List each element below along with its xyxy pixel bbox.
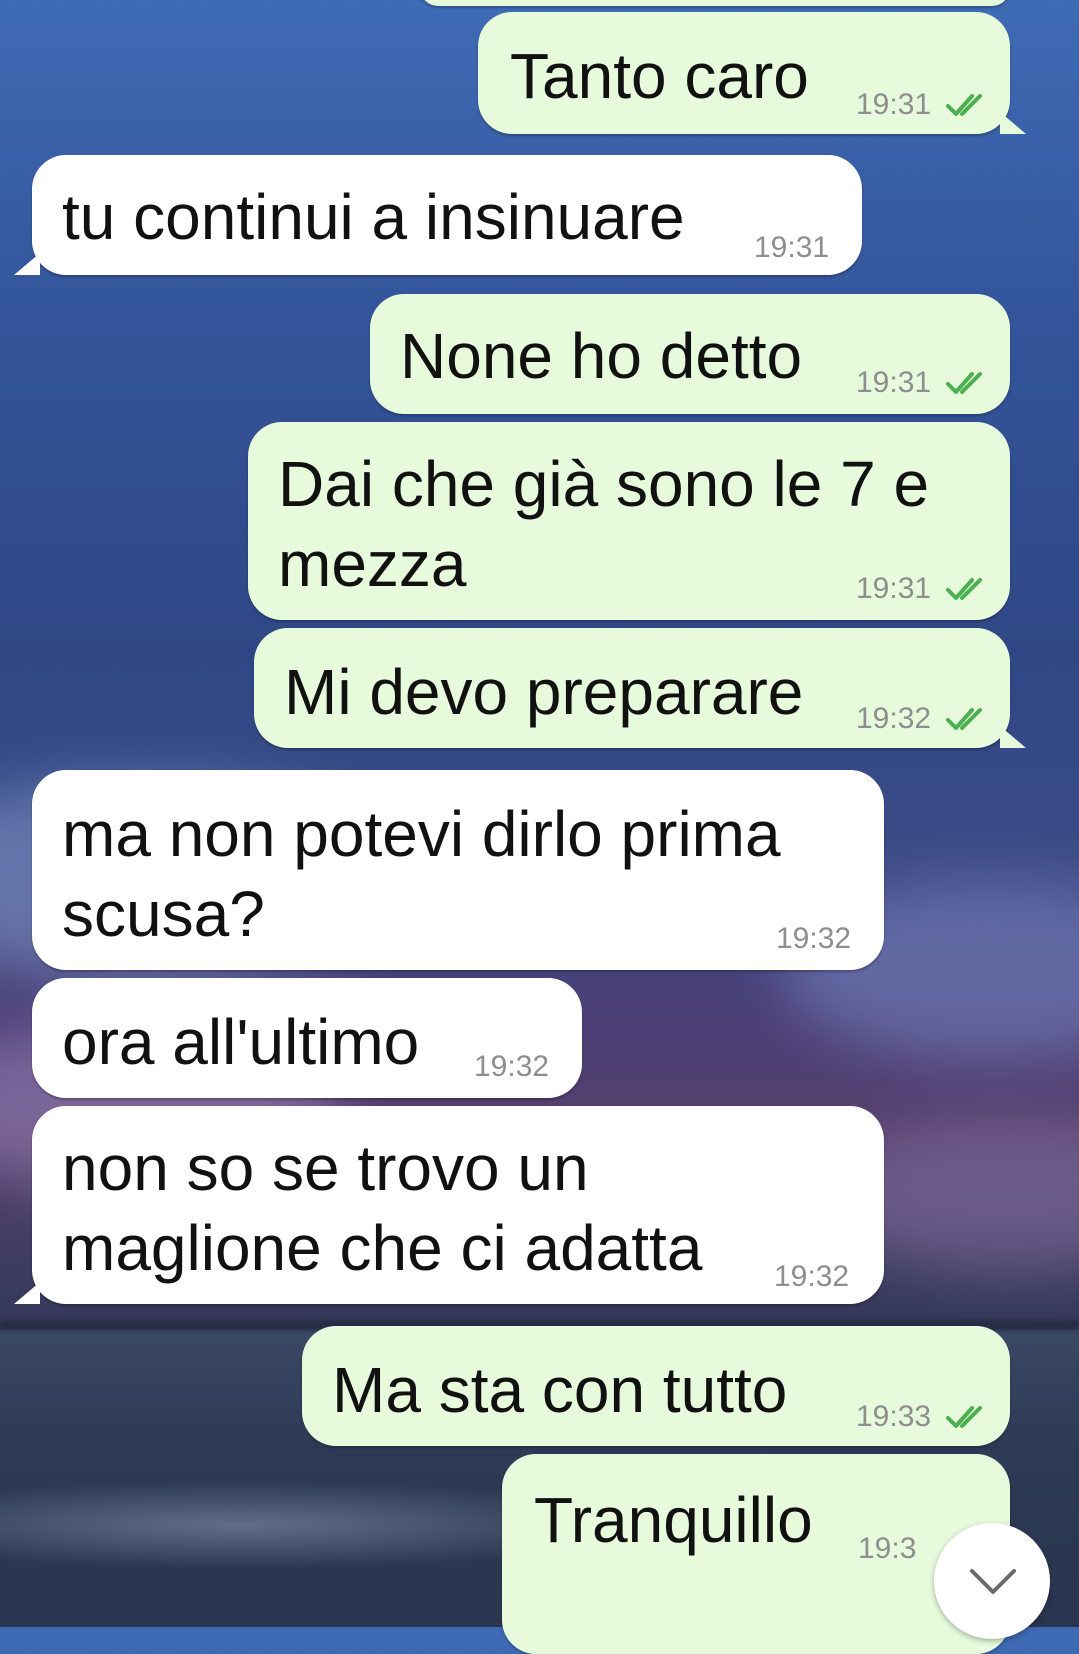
message-bubble-outgoing[interactable]: Ma sta con tutto 19:33 <box>302 1326 1010 1446</box>
message-text: Tranquillo <box>534 1484 813 1556</box>
message-text: tu continui a insinuare <box>62 181 685 253</box>
message-bubble-partial[interactable] <box>420 0 1010 6</box>
bubble-tail <box>14 1282 40 1304</box>
double-check-icon <box>946 1406 982 1428</box>
message-bubble-outgoing[interactable]: Tanto caro 19:31 <box>478 12 1010 134</box>
message-bubble-outgoing[interactable]: Tranquillo 19:3 <box>502 1454 1010 1654</box>
bubble-tail <box>1000 726 1026 748</box>
message-bubble-outgoing[interactable]: Dai che già sono le 7 e mezza 19:31 <box>248 422 1010 620</box>
message-text: ora all'ultimo <box>62 1006 420 1078</box>
message-bubble-outgoing[interactable]: None ho detto 19:31 <box>370 294 1010 414</box>
message-text: Ma sta con tutto <box>332 1354 788 1426</box>
message-bubble-incoming[interactable]: tu continui a insinuare 19:31 <box>32 155 862 275</box>
message-text: ma non potevi dirlo prima scusa? <box>62 798 781 950</box>
message-bubble-incoming[interactable]: ora all'ultimo 19:32 <box>32 978 582 1098</box>
double-check-icon <box>946 372 982 394</box>
message-time: 19:31 <box>754 231 830 264</box>
message-text: Dai che già sono le 7 e mezza <box>278 448 930 600</box>
message-text: Tanto caro <box>510 40 809 112</box>
message-bubble-incoming[interactable]: ma non potevi dirlo prima scusa? 19:32 <box>32 770 884 970</box>
bubble-tail <box>1000 112 1026 134</box>
message-time: 19:31 <box>856 572 932 605</box>
message-bubble-incoming[interactable]: non so se trovo un maglione che ci adatt… <box>32 1106 884 1304</box>
message-time: 19:32 <box>474 1050 550 1083</box>
message-time: 19:31 <box>856 366 932 399</box>
message-time: 19:3 <box>858 1532 917 1565</box>
message-text: Mi devo preparare <box>284 656 804 728</box>
message-time: 19:32 <box>776 922 852 955</box>
double-check-icon <box>946 578 982 600</box>
double-check-icon <box>946 708 982 730</box>
message-time: 19:32 <box>774 1260 850 1293</box>
message-time: 19:33 <box>856 1400 932 1433</box>
double-check-icon <box>946 94 982 116</box>
message-text: non so se trovo un maglione che ci adatt… <box>62 1132 703 1284</box>
message-time: 19:31 <box>856 88 932 121</box>
scroll-to-bottom-button[interactable] <box>934 1523 1050 1639</box>
message-text: None ho detto <box>400 320 803 392</box>
chevron-down-icon <box>970 1569 1016 1594</box>
message-bubble-outgoing[interactable]: Mi devo preparare 19:32 <box>254 628 1010 748</box>
bubble-tail <box>14 253 40 275</box>
message-time: 19:32 <box>856 702 932 735</box>
